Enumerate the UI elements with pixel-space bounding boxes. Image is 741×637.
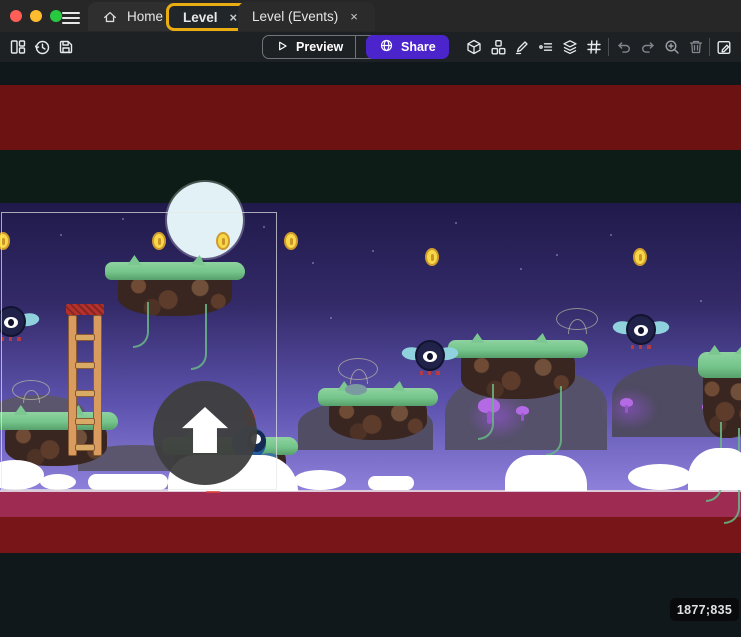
scene-properties-icon[interactable]: [714, 37, 734, 57]
mushroom: [620, 398, 633, 413]
globe-icon: [379, 38, 394, 56]
minimize-window-button[interactable]: [30, 10, 42, 22]
coin[interactable]: [633, 248, 647, 266]
layers-icon[interactable]: [560, 37, 580, 57]
close-tab-icon[interactable]: ×: [347, 8, 361, 25]
preview-label: Preview: [296, 40, 343, 54]
zoom-window-button[interactable]: [50, 10, 62, 22]
instances-list-icon[interactable]: [536, 37, 556, 57]
cloud: [628, 464, 692, 490]
ufo-outline[interactable]: [338, 358, 378, 380]
cloud: [368, 476, 414, 490]
delete-icon[interactable]: [686, 37, 706, 57]
app-window: Home Level × Level (Events) ×: [0, 0, 741, 637]
grid-icon[interactable]: [584, 37, 604, 57]
editor-background: [0, 553, 741, 637]
menu-icon[interactable]: [62, 9, 80, 23]
cloud: [294, 470, 346, 490]
camera-frame: [1, 212, 277, 490]
ufo-outline[interactable]: [556, 308, 598, 330]
toolbar-divider: [608, 38, 609, 56]
ground-mark: [206, 491, 220, 493]
edit-icon[interactable]: [512, 37, 532, 57]
grass-platform[interactable]: [448, 340, 588, 402]
ground-top-band: [0, 490, 741, 517]
background-dark-band: [0, 150, 741, 203]
traffic-lights: [10, 10, 62, 22]
objects-3d-icon[interactable]: [464, 37, 484, 57]
object-groups-icon[interactable]: [488, 37, 508, 57]
mushroom: [516, 406, 529, 421]
preview-button[interactable]: Preview: [263, 36, 355, 58]
tab-level-events[interactable]: Level (Events) ×: [238, 2, 375, 31]
scene-canvas[interactable]: 1877;835: [0, 62, 741, 637]
home-icon: [102, 9, 118, 25]
tab-label: Level: [183, 10, 218, 25]
background-red-band: [0, 85, 741, 150]
toolbar-divider: [709, 38, 710, 56]
redo-icon[interactable]: [638, 37, 658, 57]
undo-icon[interactable]: [614, 37, 634, 57]
titlebar: Home Level × Level (Events) ×: [0, 0, 741, 32]
toolbar: Preview Share: [0, 32, 741, 62]
tab-home[interactable]: Home: [88, 2, 177, 31]
rock: [345, 384, 367, 395]
grass-platform[interactable]: [318, 388, 438, 442]
play-icon: [275, 39, 289, 56]
share-label: Share: [401, 40, 436, 54]
close-window-button[interactable]: [10, 10, 22, 22]
share-button[interactable]: Share: [366, 35, 449, 59]
history-icon[interactable]: [32, 37, 52, 57]
save-icon[interactable]: [56, 37, 76, 57]
zoom-in-icon[interactable]: [662, 37, 682, 57]
coin[interactable]: [284, 232, 298, 250]
panels-icon[interactable]: [8, 37, 28, 57]
ground-bottom-band: [0, 517, 741, 553]
tab-label: Level (Events): [252, 9, 338, 24]
cursor-coordinates: 1877;835: [670, 598, 739, 621]
fly-enemy[interactable]: [403, 340, 457, 380]
cloud: [505, 455, 587, 491]
fly-enemy[interactable]: [614, 314, 668, 354]
tab-label: Home: [127, 9, 163, 24]
grass-platform[interactable]: [698, 352, 741, 440]
coin[interactable]: [425, 248, 439, 266]
